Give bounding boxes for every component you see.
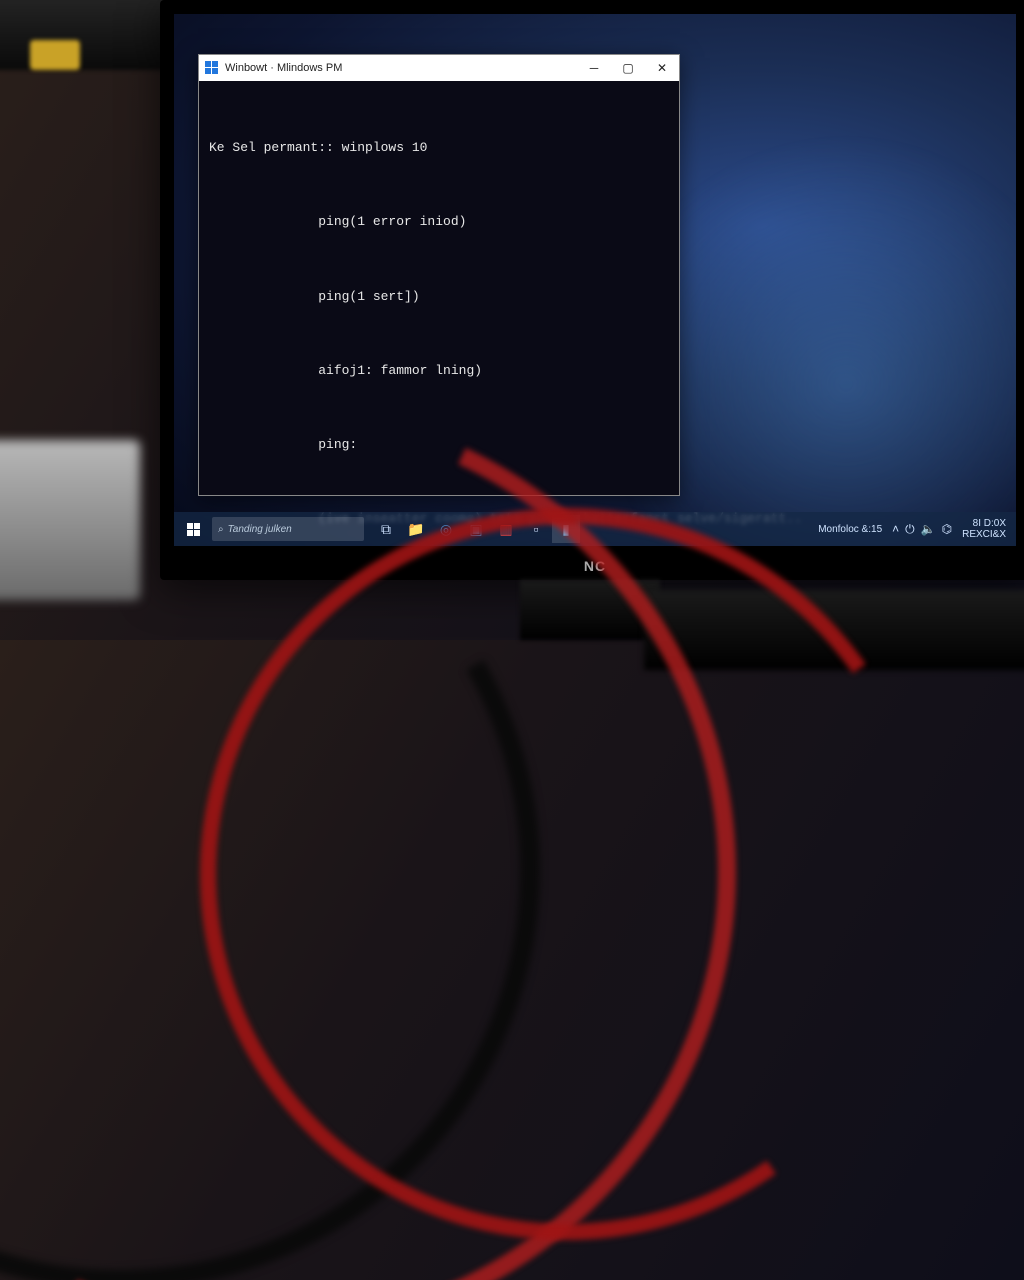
search-placeholder: Tanding julken: [228, 524, 292, 535]
keyboard: [644, 590, 1024, 670]
terminal-line: Ke Sel permant:: winplows 10: [209, 136, 669, 161]
terminal-window: Winbowt · Mlindows PM ─ ▢ ✕ Ke Sel perma…: [198, 54, 680, 496]
clock-time: 8I D:0X: [962, 518, 1006, 529]
ethernet-plug: [30, 40, 80, 70]
tray-chevron-icon[interactable]: ˄: [892, 522, 899, 537]
terminal-line: ping(1 sert]): [209, 285, 669, 310]
desktop-screen: Winbowt · Mlindows PM ─ ▢ ✕ Ke Sel perma…: [174, 14, 1016, 546]
foreground-device: [0, 440, 140, 600]
clock-date: REXCI&X: [962, 529, 1006, 540]
monitor-brand-label: NC: [584, 558, 606, 574]
tray-volume-icon[interactable]: 🔈: [921, 522, 936, 537]
taskbar-app-mail[interactable]: ▥: [492, 515, 520, 543]
windows-app-icon: [205, 61, 219, 75]
window-close-button[interactable]: ✕: [645, 55, 679, 81]
terminal-body[interactable]: Ke Sel permant:: winplows 10 ping(1 erro…: [199, 81, 679, 546]
taskbar-app-generic[interactable]: ▫: [522, 515, 550, 543]
taskbar-app-taskview[interactable]: ⧉: [372, 515, 400, 543]
system-tray: Monfoloc &:15 ˄ ⏻ 🔈 ⌬ 8I D:0X REXCI&X: [818, 518, 1016, 540]
taskbar-app-explorer[interactable]: 📁: [402, 515, 430, 543]
taskbar-clock[interactable]: 8I D:0X REXCI&X: [962, 518, 1006, 540]
taskbar-app-store[interactable]: ▣: [462, 515, 490, 543]
tray-wifi-icon[interactable]: ⌬: [942, 522, 952, 537]
taskbar-pinned-apps: ⧉ 📁 ◎ ▣ ▥ ▫ ▮: [372, 515, 580, 543]
taskbar-app-terminal[interactable]: ▮: [552, 515, 580, 543]
terminal-line: ping(1 error iniod): [209, 210, 669, 235]
background-router: [0, 0, 180, 70]
monitor-frame: Winbowt · Mlindows PM ─ ▢ ✕ Ke Sel perma…: [160, 0, 1024, 580]
window-maximize-button[interactable]: ▢: [611, 55, 645, 81]
terminal-line: ping:: [209, 433, 669, 458]
taskbar-search-input[interactable]: Tanding julken: [212, 517, 364, 541]
monitor-stand: [520, 580, 660, 640]
windows-logo-icon: [187, 523, 200, 536]
taskbar: Tanding julken ⧉ 📁 ◎ ▣ ▥ ▫ ▮ Monfoloc &:…: [174, 512, 1016, 546]
window-title: Winbowt · Mlindows PM: [225, 62, 342, 74]
tray-status-text: Monfoloc &:15: [818, 524, 882, 535]
taskbar-app-edge[interactable]: ◎: [432, 515, 460, 543]
window-titlebar[interactable]: Winbowt · Mlindows PM ─ ▢ ✕: [199, 55, 679, 81]
start-button[interactable]: [174, 512, 212, 546]
window-minimize-button[interactable]: ─: [577, 55, 611, 81]
tray-network-icon[interactable]: ⏻: [905, 522, 915, 537]
terminal-line: aifoj1: fammor lning): [209, 359, 669, 384]
